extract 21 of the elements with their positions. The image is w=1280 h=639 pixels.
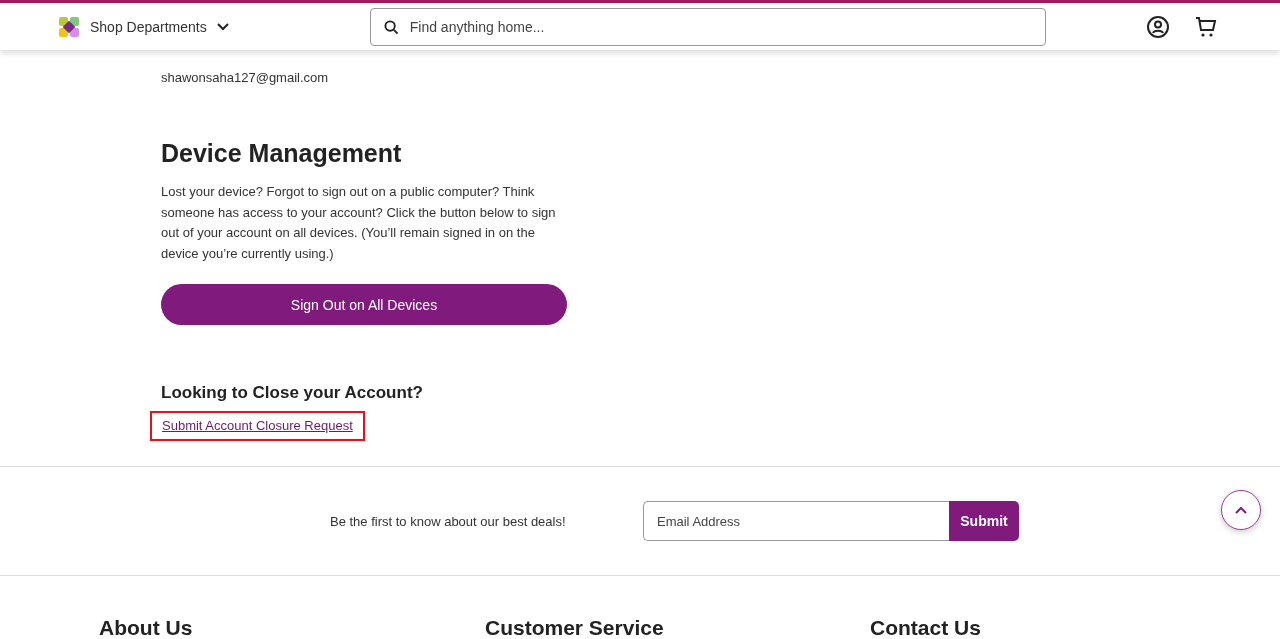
email-address: shawonsaha127@gmail.com bbox=[161, 70, 330, 85]
chevron-up-icon bbox=[1235, 506, 1247, 514]
sign-out-button[interactable]: Sign Out on All Devices bbox=[161, 284, 567, 325]
scroll-top-button[interactable] bbox=[1221, 490, 1261, 530]
submit-button[interactable]: Submit bbox=[949, 501, 1019, 541]
email-field[interactable]: Email Address bbox=[643, 501, 949, 541]
section-title: Device Management bbox=[161, 139, 403, 168]
newsletter-text: Be the first to know about our best deals! bbox=[330, 513, 567, 529]
shop-departments-button[interactable]: Shop Departments bbox=[90, 18, 229, 35]
section-subtitle: Looking to Close your Account? bbox=[161, 383, 424, 403]
footer-heading: Customer Service bbox=[485, 616, 665, 639]
footer-heading: Contact Us bbox=[870, 616, 982, 639]
footer-heading: About Us bbox=[99, 616, 194, 639]
search-field[interactable]: Find anything home... bbox=[369, 7, 1046, 46]
search-icon bbox=[383, 19, 399, 35]
chevron-down-icon bbox=[216, 22, 229, 31]
account-icon[interactable] bbox=[1146, 14, 1170, 39]
description-text: Lost your device? Forgot to sign out on a public computer? Think someone has access to your account? Click the button below to sign out of your account on all devices. (You’ll remain signed in on the device you’re currently using.) bbox=[161, 183, 557, 263]
cart-icon[interactable] bbox=[1194, 14, 1218, 39]
closure-request-link[interactable]: Submit Account Closure Request bbox=[162, 418, 353, 433]
logo-icon[interactable] bbox=[58, 15, 80, 38]
